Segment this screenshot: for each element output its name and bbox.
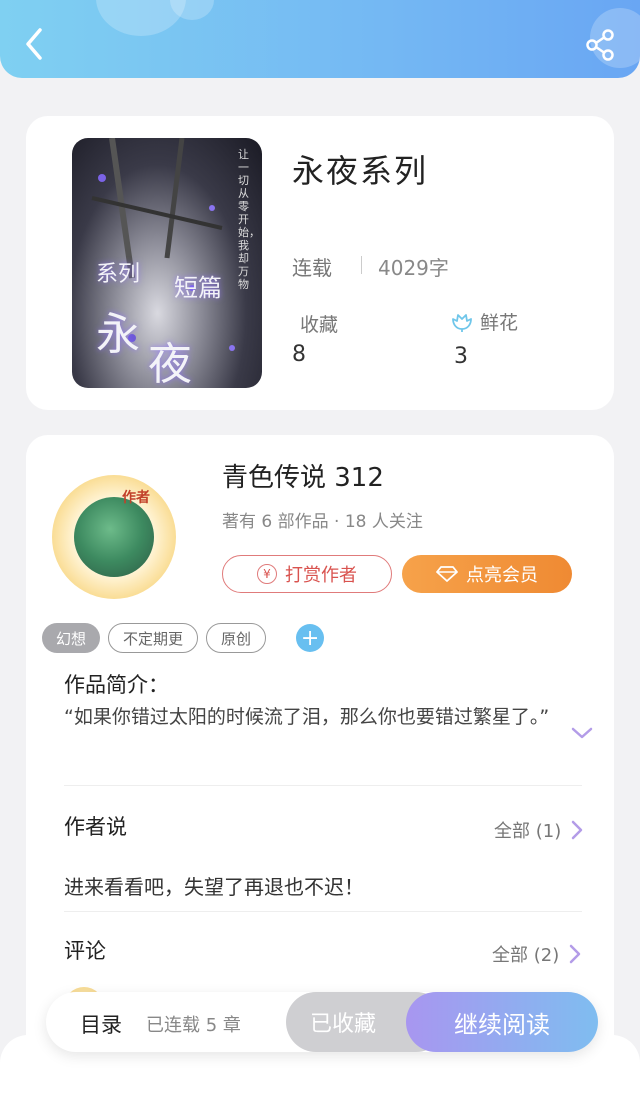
section-divider bbox=[64, 785, 582, 786]
author-avatar[interactable]: 作者 bbox=[52, 475, 176, 599]
tag-item[interactable]: 幻想 bbox=[42, 623, 101, 653]
status-divider bbox=[361, 256, 362, 274]
tag-list: 幻想 不定期更 原创 + bbox=[42, 623, 325, 653]
intro-title: 作品简介： bbox=[64, 673, 169, 697]
intro-text: “如果你错过太阳的时候流了泪，那么你也要错过繁星了。” bbox=[64, 706, 550, 728]
book-cover-image[interactable]: 让一切从零开始，我却万物 系列 短篇 永 夜 bbox=[72, 138, 262, 388]
diamond-icon bbox=[436, 566, 458, 582]
favorites-value: 8 bbox=[292, 342, 306, 367]
flowers-stat[interactable]: 鲜花 bbox=[450, 308, 518, 335]
tag-item[interactable]: 原创 bbox=[206, 623, 267, 653]
back-arrow-icon bbox=[26, 28, 42, 60]
top-header bbox=[0, 0, 640, 78]
share-button[interactable] bbox=[584, 28, 618, 62]
author-meta: 著有 6 部作品 · 18 人关注 bbox=[222, 512, 423, 532]
cover-title-big1: 永 bbox=[96, 309, 140, 360]
vip-member-label: 点亮会员 bbox=[466, 565, 538, 586]
author-says-count: 全部 (1) bbox=[494, 821, 562, 842]
comments-count: 全部 (2) bbox=[492, 945, 560, 966]
author-says-more-link[interactable]: 全部 (1) bbox=[494, 817, 583, 843]
plus-icon: + bbox=[300, 625, 320, 651]
chevron-down-icon[interactable] bbox=[570, 725, 594, 741]
cover-vertical-text: 让一切从零开始，我却万物 bbox=[238, 148, 260, 291]
chapter-count: 已连载 5 章 bbox=[146, 1015, 241, 1036]
cover-title-small2: 短篇 bbox=[174, 274, 222, 302]
tip-author-label: 打赏作者 bbox=[285, 565, 357, 586]
cover-title-big2: 夜 bbox=[148, 339, 192, 388]
chevron-right-icon bbox=[569, 944, 581, 964]
share-icon bbox=[586, 29, 614, 61]
tip-author-button[interactable]: ¥ 打赏作者 bbox=[222, 555, 392, 593]
author-name[interactable]: 青色传说 312 bbox=[222, 457, 384, 494]
avatar-character bbox=[74, 497, 154, 577]
author-says-title: 作者说 bbox=[64, 815, 127, 839]
comments-title: 评论 bbox=[64, 939, 106, 963]
table-of-contents-button[interactable]: 目录 bbox=[80, 1009, 122, 1039]
serial-status: 连载 bbox=[292, 256, 332, 280]
flowers-value: 3 bbox=[454, 344, 468, 369]
author-badge: 作者 bbox=[122, 490, 150, 506]
author-says-text: 进来看看吧，失望了再退也不迟！ bbox=[64, 875, 364, 899]
favorites-label: 收藏 bbox=[300, 314, 339, 336]
cover-title-small1: 系列 bbox=[96, 262, 141, 287]
comments-more-link[interactable]: 全部 (2) bbox=[492, 941, 581, 967]
chevron-right-icon bbox=[571, 820, 583, 840]
section-divider bbox=[64, 911, 582, 912]
back-button[interactable] bbox=[18, 24, 54, 64]
flowers-label: 鲜花 bbox=[480, 312, 519, 334]
tag-item[interactable]: 不定期更 bbox=[108, 623, 199, 653]
vip-member-button[interactable]: 点亮会员 bbox=[402, 555, 572, 593]
add-tag-button[interactable]: + bbox=[296, 624, 325, 652]
continue-reading-button[interactable]: 继续阅读 bbox=[406, 992, 598, 1052]
word-count: 4029字 bbox=[378, 256, 449, 280]
book-info-card: 让一切从零开始，我却万物 系列 短篇 永 夜 永夜系列 连载 4029字 收藏 … bbox=[26, 116, 614, 410]
book-title: 永夜系列 bbox=[292, 152, 429, 190]
bottom-action-bar: 目录 已连载 5 章 已收藏 继续阅读 bbox=[46, 992, 598, 1052]
flower-icon bbox=[452, 313, 472, 332]
yen-icon: ¥ bbox=[257, 564, 277, 584]
